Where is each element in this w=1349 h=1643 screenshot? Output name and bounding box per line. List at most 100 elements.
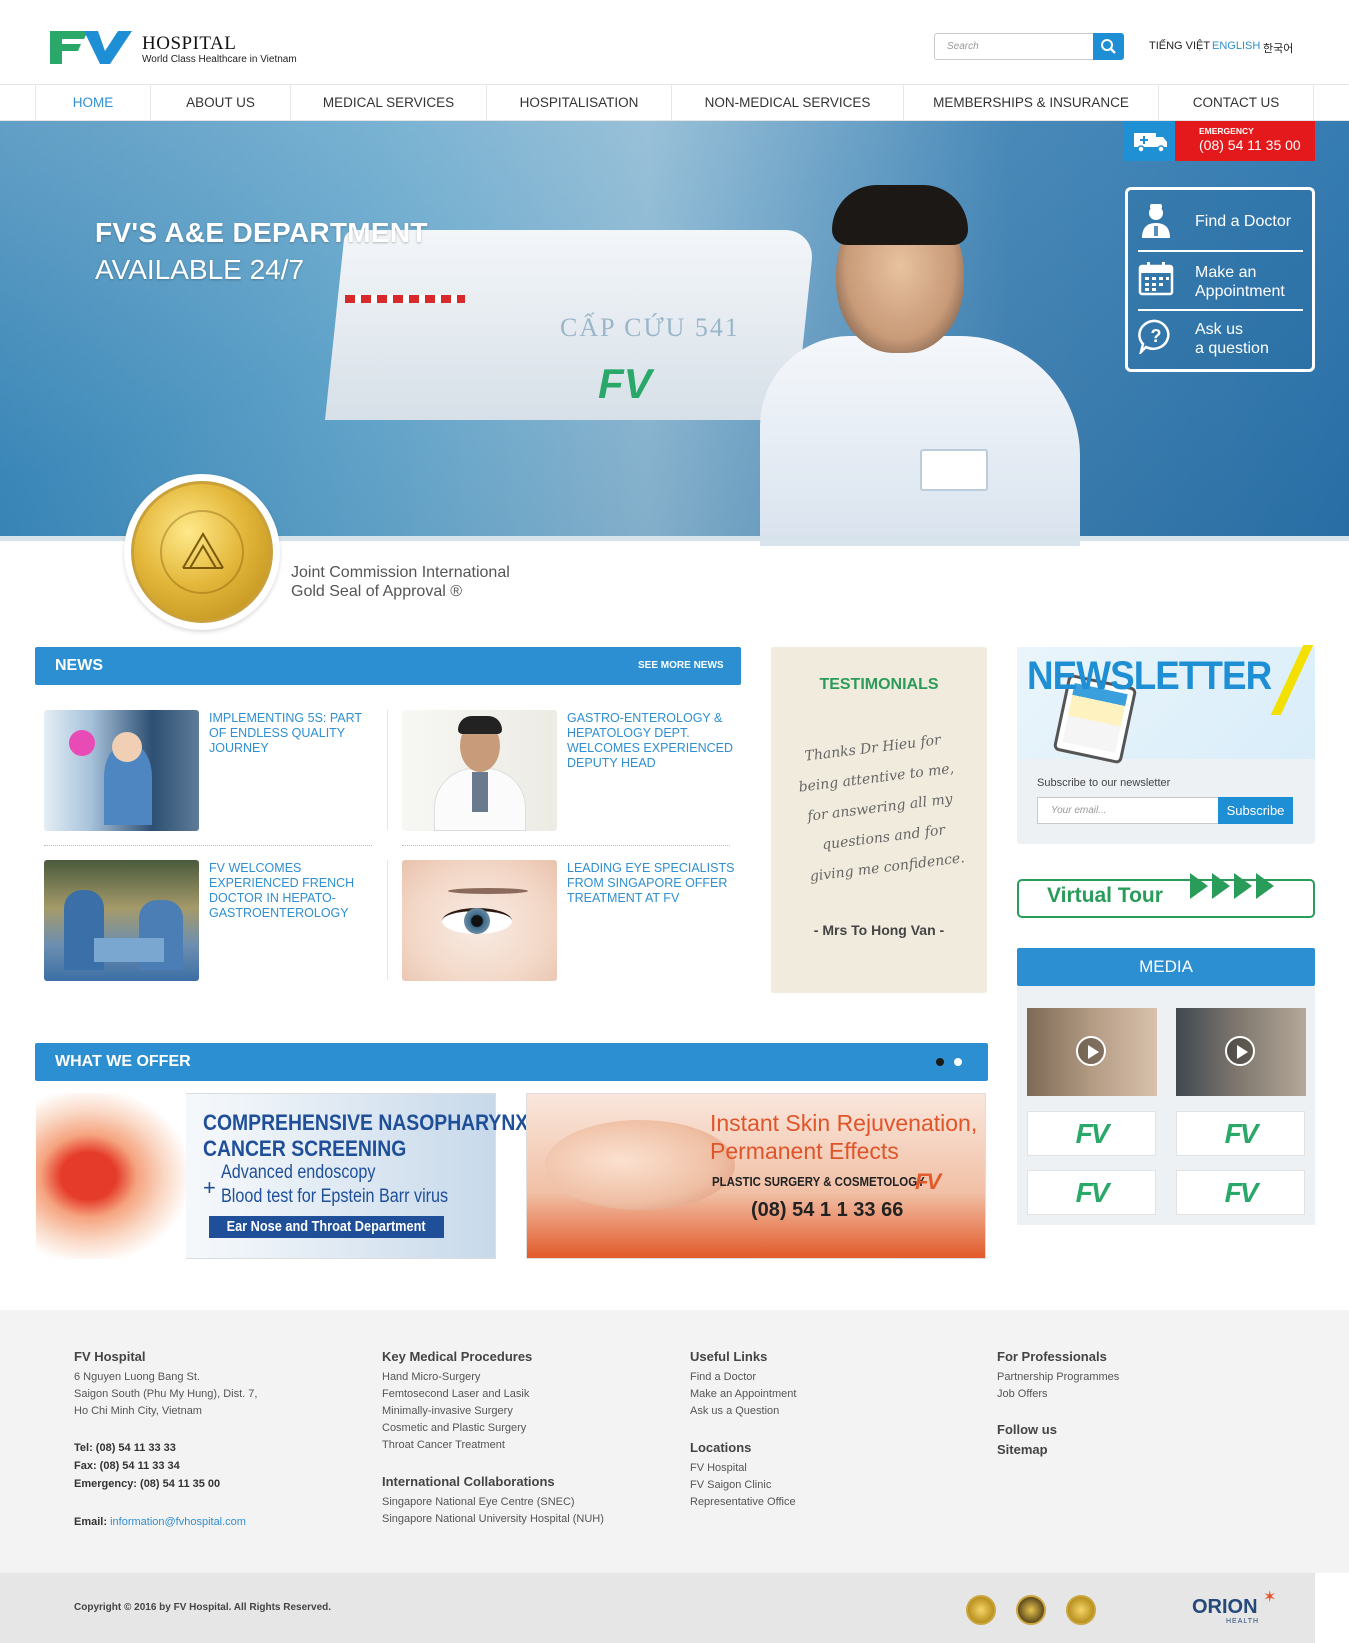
doctor-id-badge: [920, 449, 988, 491]
news-thumb-5s[interactable]: [44, 710, 199, 831]
news-link-gastro[interactable]: GASTRO-ENTEROLOGY & HEPATOLOGY DEPT. WEL…: [567, 711, 735, 771]
star-icon: ✶: [1263, 1589, 1277, 1606]
footer-procedure-link[interactable]: Throat Cancer Treatment: [382, 1437, 505, 1454]
offer2-phone: (08) 54 1 1 33 66: [751, 1199, 904, 1221]
footer-email-label: Email:: [74, 1516, 108, 1528]
footer-professional-link[interactable]: Partnership Programmes: [997, 1369, 1119, 1386]
arrow-icon: [1212, 873, 1230, 899]
see-more-news-link[interactable]: SEE MORE NEWS: [638, 647, 724, 685]
offer1-detail-2: Blood test for Epstein Barr virus: [221, 1186, 449, 1207]
testimonial-quote: Thanks Dr Hieu for being attentive to me…: [797, 732, 966, 885]
footer-professional-link[interactable]: Job Offers: [997, 1386, 1048, 1403]
media-video-1[interactable]: [1027, 1008, 1157, 1096]
news-title: NEWS: [55, 657, 103, 674]
news-divider: [387, 710, 388, 830]
footer-col4-title: For Professionals: [997, 1349, 1107, 1364]
footer-useful-link[interactable]: Make an Appointment: [690, 1386, 796, 1403]
lang-korean[interactable]: 한국어: [1263, 40, 1293, 56]
news-link-french-doctor[interactable]: FV WELCOMES EXPERIENCED FRENCH DOCTOR IN…: [209, 861, 377, 921]
newsletter-label: Subscribe to our newsletter: [1037, 777, 1171, 789]
ambulance-logo: FV: [598, 360, 652, 407]
nav-home[interactable]: HOME: [35, 85, 150, 120]
footer-collab-link[interactable]: Singapore National University Hospital (…: [382, 1511, 604, 1528]
make-appointment-link[interactable]: Make an Appointment: [1138, 260, 1303, 306]
offer-title: WHAT WE OFFER: [55, 1053, 191, 1070]
testimonial-author: - Mrs To Hong Van -: [813, 922, 945, 938]
search-input[interactable]: Search: [934, 33, 1095, 60]
footer-procedure-link[interactable]: Minimally-invasive Surgery: [382, 1403, 513, 1420]
logo-subtitle: World Class Healthcare in Vietnam: [142, 54, 297, 65]
footer-follow-us[interactable]: Follow us: [997, 1422, 1057, 1437]
media-item-4[interactable]: FV: [1176, 1111, 1305, 1156]
footer-location-link[interactable]: FV Hospital: [690, 1460, 747, 1477]
media-video-2[interactable]: [1176, 1008, 1306, 1096]
question-icon: ?: [1138, 319, 1170, 354]
ask-question-line2: a question: [1195, 340, 1269, 357]
footer-useful-link[interactable]: Find a Doctor: [690, 1369, 756, 1386]
nav-medical-services[interactable]: MEDICAL SERVICES: [290, 85, 486, 120]
arrow-icon: [1190, 873, 1208, 899]
nav-memberships-insurance[interactable]: MEMBERSHIPS & INSURANCE: [903, 85, 1158, 120]
subscribe-button[interactable]: Subscribe: [1218, 797, 1293, 824]
news-link-5s[interactable]: IMPLEMENTING 5S: PART OF ENDLESS QUALITY…: [209, 711, 377, 756]
calendar-icon: [1138, 262, 1174, 296]
carousel-dot-2[interactable]: [954, 1058, 962, 1066]
offer2-headline-2: Permanent Effects: [710, 1138, 899, 1164]
footer-col1-title: FV Hospital: [74, 1349, 146, 1364]
find-doctor-link[interactable]: Find a Doctor: [1138, 202, 1303, 242]
media-item-5[interactable]: FV: [1027, 1170, 1156, 1215]
carousel-dot-1[interactable]: [936, 1058, 944, 1066]
arrow-icon: [1256, 873, 1274, 899]
page-edge: [1315, 1573, 1349, 1643]
ambulance-text: CẤP CỨU 541: [560, 313, 740, 342]
footer-sitemap-link[interactable]: Sitemap: [997, 1442, 1048, 1457]
hero-title: FV'S A&E DEPARTMENT: [95, 217, 428, 248]
news-link-eye[interactable]: LEADING EYE SPECIALISTS FROM SINGAPORE O…: [567, 861, 735, 906]
footer-useful-link[interactable]: Ask us a Question: [690, 1403, 779, 1420]
offer2-department: PLASTIC SURGERY & COSMETOLOGY: [712, 1174, 925, 1189]
news-thumb-gastro[interactable]: [402, 710, 557, 831]
footer-address-2: Saigon South (Phu My Hung), Dist. 7,: [74, 1388, 258, 1400]
ask-question-line1: Ask us: [1195, 321, 1244, 338]
footer-location-link[interactable]: FV Saigon Clinic: [690, 1477, 771, 1494]
footer-collab-link[interactable]: Singapore National Eye Centre (SNEC): [382, 1494, 575, 1511]
footer-email-link[interactable]: information@fvhospital.com: [110, 1516, 246, 1528]
doctor-icon: [1142, 204, 1170, 238]
footer-fax: Fax: (08) 54 11 33 34: [74, 1460, 180, 1472]
lang-english[interactable]: ENGLISH: [1212, 40, 1260, 52]
news-thumb-french-doctor[interactable]: [44, 860, 199, 981]
jci-line2: Gold Seal of Approval ®: [291, 583, 462, 600]
newsletter-title: NEWSLETTER: [1027, 654, 1272, 698]
orion-health-logo[interactable]: ORION: [1192, 1596, 1258, 1619]
fv-logo-icon[interactable]: [50, 31, 132, 64]
nav-non-medical-services[interactable]: NON-MEDICAL SERVICES: [671, 85, 903, 120]
news-thumb-eye[interactable]: [402, 860, 557, 981]
plus-icon: +: [203, 1175, 216, 1200]
footer-procedure-link[interactable]: Hand Micro-Surgery: [382, 1369, 480, 1386]
nav-contact-us[interactable]: CONTACT US: [1158, 85, 1314, 120]
emergency-phone[interactable]: (08) 54 11 35 00: [1199, 137, 1301, 153]
footer-procedure-link[interactable]: Femtosecond Laser and Lasik: [382, 1386, 529, 1403]
offer1-headline-1: COMPREHENSIVE NASOPHARYNX: [203, 1110, 529, 1135]
newsletter-email-input[interactable]: Your email...: [1037, 797, 1219, 824]
media-item-6[interactable]: FV: [1176, 1170, 1305, 1215]
emergency-ambulance-button[interactable]: [1124, 121, 1175, 161]
testimonials-title: TESTIMONIALS: [819, 676, 939, 693]
search-button[interactable]: [1093, 33, 1124, 60]
ask-question-link[interactable]: ? Ask us a question: [1138, 318, 1303, 364]
jci-line1: Joint Commission International: [291, 564, 510, 581]
lang-vietnamese[interactable]: TIẾNG VIỆT: [1149, 40, 1210, 52]
emergency-label: EMERGENCY: [1199, 126, 1254, 136]
nav-hospitalisation[interactable]: HOSPITALISATION: [486, 85, 671, 120]
quick-links-divider: [1138, 250, 1303, 252]
virtual-tour-label: Virtual Tour: [1047, 884, 1163, 907]
hero-subtitle: AVAILABLE 24/7: [95, 254, 305, 285]
nav-about-us[interactable]: ABOUT US: [150, 85, 290, 120]
offer2-headline-1: Instant Skin Rejuvenation,: [710, 1110, 978, 1136]
find-doctor-label: Find a Doctor: [1195, 213, 1292, 230]
media-item-3[interactable]: FV: [1027, 1111, 1156, 1156]
footer-procedure-link[interactable]: Cosmetic and Plastic Surgery: [382, 1420, 526, 1437]
footer-location-link[interactable]: Representative Office: [690, 1494, 796, 1511]
patient-face-image: [545, 1120, 735, 1210]
offer1-department: Ear Nose and Throat Department: [209, 1216, 444, 1238]
